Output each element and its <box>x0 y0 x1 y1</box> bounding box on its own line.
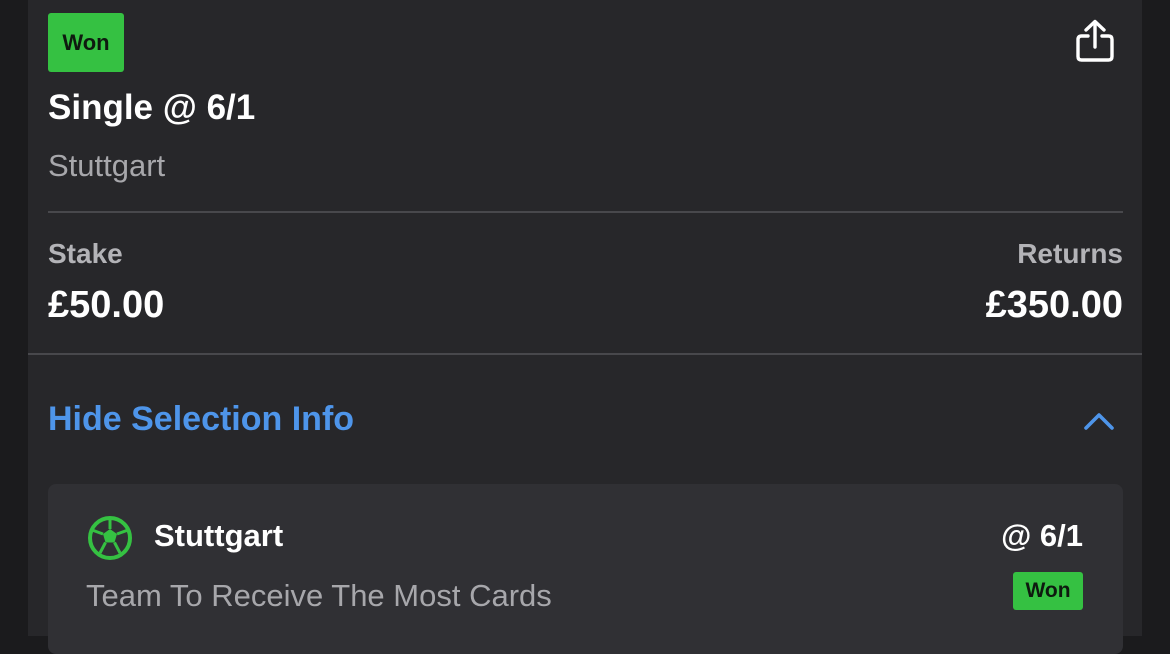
stake-label: Stake <box>48 238 123 269</box>
selection-market: Team To Receive The Most Cards <box>86 578 552 613</box>
selection-name: Stuttgart <box>154 518 284 553</box>
chevron-up-icon[interactable] <box>1082 405 1116 435</box>
bet-title: Single @ 6/1 <box>48 88 256 127</box>
hide-selection-info-link[interactable]: Hide Selection Info <box>48 396 354 442</box>
divider <box>28 353 1142 355</box>
stake-value: £50.00 <box>48 284 165 326</box>
bet-subtitle: Stuttgart <box>48 148 166 183</box>
returns-value: £350.00 <box>985 284 1123 326</box>
share-icon[interactable] <box>1072 18 1118 64</box>
selection-odds: @ 6/1 <box>1001 518 1083 553</box>
status-badge: Won <box>48 13 124 72</box>
selection-item: Stuttgart @ 6/1 Team To Receive The Most… <box>48 484 1123 654</box>
bet-card: Won Single @ 6/1 Stuttgart Stake £50.00 … <box>28 0 1142 654</box>
football-icon <box>88 516 132 560</box>
selection-status-badge: Won <box>1013 572 1083 610</box>
divider <box>48 211 1123 213</box>
returns-label: Returns <box>1017 238 1123 269</box>
